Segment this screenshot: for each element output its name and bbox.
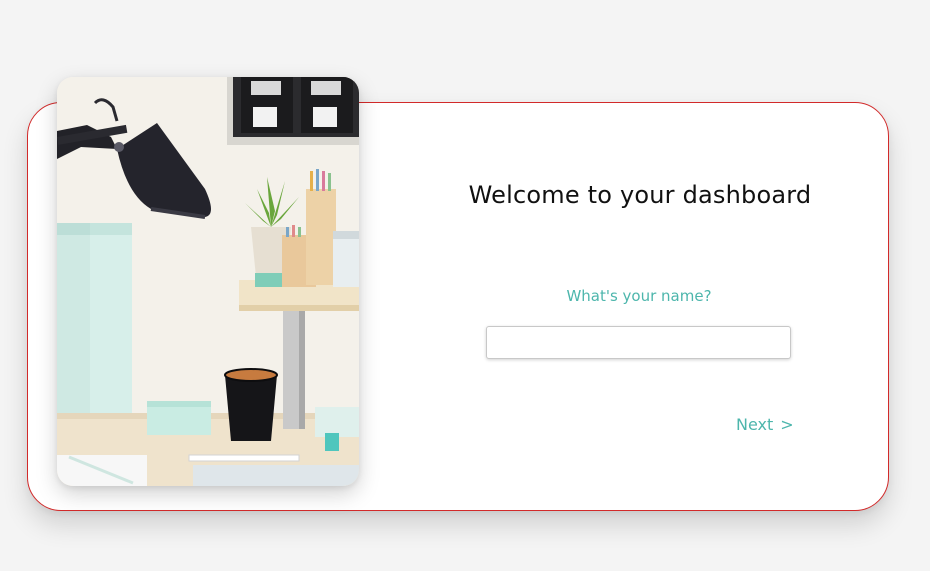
next-button-label: Next: [736, 414, 774, 434]
name-question-label: What's your name?: [566, 287, 712, 305]
name-input[interactable]: [486, 326, 791, 359]
page-title: Welcome to your dashboard: [468, 181, 812, 209]
chevron-right-icon: >: [780, 414, 794, 434]
next-button[interactable]: Next >: [732, 411, 798, 437]
desk-photo: [57, 77, 359, 486]
